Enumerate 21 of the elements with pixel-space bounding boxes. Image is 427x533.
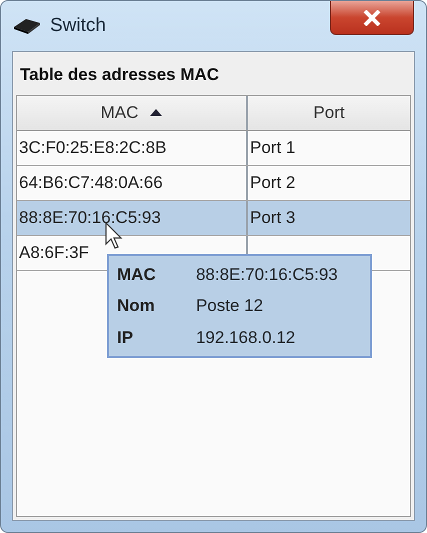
table-row[interactable]: 88:8E:70:16:C5:93 Port 3 xyxy=(17,200,410,236)
switch-icon xyxy=(12,17,42,35)
table-cell-text: 3C:F0:25:E8:2C:8B xyxy=(19,136,166,159)
column-header[interactable]: Port xyxy=(248,96,410,130)
close-button[interactable] xyxy=(330,1,414,35)
tooltip-label: Nom xyxy=(117,295,156,317)
table-row[interactable]: 3C:F0:25:E8:2C:8B Port 1 xyxy=(17,130,410,166)
tooltip-value: 192.168.0.12 xyxy=(196,326,296,348)
close-icon xyxy=(363,10,381,26)
table-cell-text: Port 3 xyxy=(250,206,296,229)
table-cell-text: Port 2 xyxy=(250,172,296,194)
tooltip-value: Poste 12 xyxy=(196,295,264,317)
table-cell-text: Port 1 xyxy=(250,136,296,159)
column-header[interactable]: MAC xyxy=(17,96,248,130)
cursor-icon xyxy=(105,222,123,250)
table-cell-text: 88:8E:70:16:C5:93 xyxy=(19,206,161,229)
tooltip-label: IP xyxy=(117,326,134,348)
window-title: Switch xyxy=(50,14,106,38)
table-cell-text: 64:B6:C7:48:0A:66 xyxy=(19,172,163,194)
table-cell-text: A8:6F:3F xyxy=(19,242,89,264)
panel-title: Table des adresses MAC xyxy=(19,64,220,86)
